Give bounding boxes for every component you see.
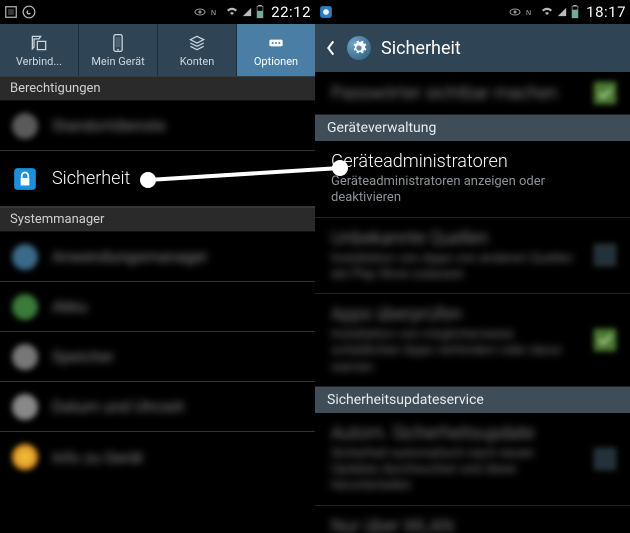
blurred-title: Autom. Sicherheitsupdate xyxy=(331,423,584,444)
status-clock: 22:12 xyxy=(271,3,311,21)
gear-icon xyxy=(347,36,371,60)
accounts-icon xyxy=(187,33,207,53)
status-left-icons xyxy=(319,5,333,19)
section-update-service: Sicherheitsupdateservice xyxy=(315,387,630,413)
list-item[interactable]: Datum und Uhrzeit xyxy=(0,382,315,432)
settings-tabs: Verbind... Mein Gerät Konten Optionen xyxy=(0,24,315,76)
blurred-label: Info zu Gerät xyxy=(52,448,143,467)
phone-right: N 18:17 Sicherheit Passwörter sichtbar m… xyxy=(315,0,630,533)
eye-icon xyxy=(194,6,206,18)
signal-icon xyxy=(242,6,252,18)
lock-icon xyxy=(12,166,38,192)
wifi-icon xyxy=(226,6,238,18)
list-item[interactable]: Unbekannte Quellen Installation von Apps… xyxy=(315,218,630,295)
checkbox-icon xyxy=(594,329,616,351)
eye-icon xyxy=(509,6,521,18)
tab-label: Mein Gerät xyxy=(91,55,144,68)
security-label: Sicherheit xyxy=(52,168,130,189)
more-icon xyxy=(266,33,286,53)
security-list: Passwörter sichtbar machen Geräteverwalt… xyxy=(315,72,630,533)
list-item[interactable]: Standortdienste xyxy=(0,101,315,151)
svg-text:N: N xyxy=(526,10,531,17)
whatsapp-icon xyxy=(22,5,36,19)
list-item[interactable]: Nur über WLAN xyxy=(315,506,630,533)
battery-icon xyxy=(571,5,579,19)
blurred-label: Standortdienste xyxy=(52,116,166,135)
phone-left: N 22:12 Verbind... Mein Gerät Konten Opt… xyxy=(0,0,315,533)
status-bar: N 22:12 xyxy=(0,0,315,24)
tab-my-device[interactable]: Mein Gerät xyxy=(79,24,158,76)
tab-label: Optionen xyxy=(254,55,298,68)
checkbox-icon xyxy=(594,448,616,470)
action-bar: Sicherheit xyxy=(315,24,630,72)
blurred-sub: Sicherheit automatisch nach neuen Update… xyxy=(331,446,584,495)
checkbox-icon xyxy=(594,244,616,266)
status-right-icons: N 18:17 xyxy=(509,3,626,21)
device-admins-subtitle: Geräteadministratoren anzeigen oder deak… xyxy=(331,174,616,207)
wifi-icon xyxy=(541,6,553,18)
tab-connections[interactable]: Verbind... xyxy=(0,24,79,76)
battery-icon xyxy=(256,5,264,19)
list-item[interactable]: Anwendungsmanager xyxy=(0,232,315,282)
actionbar-title: Sicherheit xyxy=(381,38,461,59)
device-icon xyxy=(108,33,128,53)
device-admins-title: Geräteadministratoren xyxy=(331,151,616,172)
list-item[interactable]: Info zu Gerät xyxy=(0,432,315,482)
blurred-title: Nur über WLAN xyxy=(331,516,616,533)
section-permissions: Berechtigungen xyxy=(0,76,315,101)
blurred-label: Speicher xyxy=(52,347,114,366)
blurred-title: Passwörter sichtbar machen xyxy=(331,83,584,104)
status-bar: N 18:17 xyxy=(315,0,630,24)
connections-icon xyxy=(29,33,49,53)
list-item-device-admins[interactable]: Geräteadministratoren Geräteadministrato… xyxy=(315,141,630,218)
status-right-icons: N 22:12 xyxy=(194,3,311,21)
blurred-label: Anwendungsmanager xyxy=(52,247,208,266)
list-item[interactable]: Apps überprüfen Installation von möglich… xyxy=(315,294,630,387)
status-icon xyxy=(4,5,18,19)
blurred-label: Akku xyxy=(52,297,87,316)
list-item[interactable]: Passwörter sichtbar machen xyxy=(315,72,630,115)
svg-text:N: N xyxy=(211,10,216,17)
settings-list: Berechtigungen Standortdienste Sicherhei… xyxy=(0,76,315,482)
chevron-left-icon xyxy=(323,38,337,58)
checkbox-icon xyxy=(594,82,616,104)
section-device-admin: Geräteverwaltung xyxy=(315,115,630,141)
list-item[interactable]: Speicher xyxy=(0,332,315,382)
tab-options[interactable]: Optionen xyxy=(237,24,315,76)
blurred-title: Apps überprüfen xyxy=(331,304,584,325)
back-button[interactable] xyxy=(323,38,337,58)
status-left-icons xyxy=(4,5,36,19)
blurred-title: Unbekannte Quellen xyxy=(331,228,584,249)
section-sysmanager: Systemmanager xyxy=(0,207,315,232)
blurred-label: Datum und Uhrzeit xyxy=(52,397,184,416)
tab-label: Konten xyxy=(180,55,215,68)
list-item[interactable]: Autom. Sicherheitsupdate Sicherheit auto… xyxy=(315,413,630,506)
nfc-icon: N xyxy=(525,6,537,18)
blurred-sub: Installation von möglicherweise schädlic… xyxy=(331,327,584,376)
app-icon xyxy=(319,5,333,19)
list-item[interactable]: Akku xyxy=(0,282,315,332)
tab-label: Verbind... xyxy=(16,55,62,68)
nfc-icon: N xyxy=(210,6,222,18)
list-item-security[interactable]: Sicherheit xyxy=(0,151,315,207)
tab-accounts[interactable]: Konten xyxy=(158,24,237,76)
status-clock: 18:17 xyxy=(586,3,626,21)
signal-icon xyxy=(557,6,567,18)
blurred-sub: Installation von Apps von anderen Quelle… xyxy=(331,251,584,284)
